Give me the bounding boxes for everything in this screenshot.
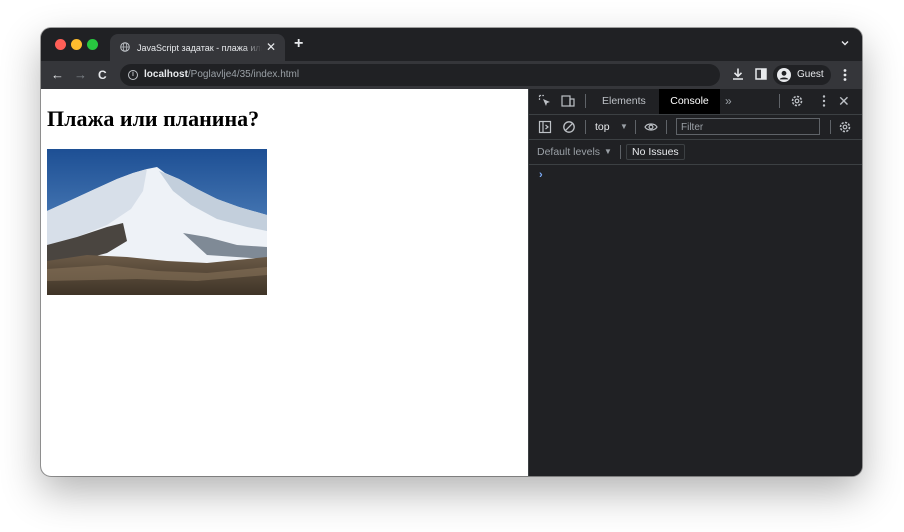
side-panel-icon[interactable] [754, 67, 768, 81]
url-text[interactable]: localhost/Poglavlje4/35/index.html [144, 68, 299, 82]
chevron-down-icon[interactable]: ▼ [604, 145, 612, 159]
address-bar[interactable]: i localhost/Poglavlje4/35/index.html [120, 64, 720, 86]
back-button[interactable]: ← [51, 67, 64, 83]
more-tabs-button[interactable]: » [725, 93, 732, 109]
url-path: /Poglavlje4/35/index.html [187, 69, 300, 80]
minimize-window-button[interactable] [71, 39, 82, 50]
chevron-down-icon[interactable] [840, 38, 850, 48]
devtools-tab-bar: Elements Console » ✕ [529, 89, 862, 115]
new-tab-button[interactable]: + [294, 35, 303, 53]
zoom-window-button[interactable] [87, 39, 98, 50]
page-viewport: Плажа или планина? [41, 89, 528, 476]
sidebar-toggle-icon[interactable] [538, 120, 552, 134]
toolbar-divider [635, 120, 636, 134]
toolbar-divider [830, 120, 831, 134]
close-window-button[interactable] [55, 39, 66, 50]
tab-close-button[interactable]: ✕ [266, 40, 276, 54]
toolbar-divider [585, 94, 586, 108]
console-toolbar: top ▼ Filter [529, 115, 862, 140]
profile-button[interactable]: Guest [773, 65, 831, 85]
browser-toolbar: ← → C i localhost/Poglavlje4/35/index.ht… [41, 61, 862, 89]
devtools-kebab-icon[interactable] [817, 94, 831, 108]
toolbar-divider [666, 120, 667, 134]
browser-tab[interactable]: JavaScript задатак - плажа или планина ✕ [110, 34, 285, 61]
log-levels-dropdown[interactable]: Default levels [537, 145, 600, 159]
page-heading: Плажа или планина? [47, 106, 260, 131]
tab-console[interactable]: Console [659, 89, 720, 114]
toolbar-divider [620, 145, 621, 159]
avatar-icon [777, 68, 791, 82]
inspect-element-icon[interactable] [538, 94, 552, 108]
profile-label: Guest [797, 69, 824, 80]
clear-console-icon[interactable] [562, 120, 576, 134]
eye-icon[interactable] [644, 120, 658, 134]
console-prompt[interactable]: › [539, 168, 543, 182]
url-host: localhost [144, 69, 188, 80]
kebab-menu-icon[interactable] [840, 67, 850, 83]
toolbar-divider [779, 94, 780, 108]
context-selector[interactable]: top [595, 120, 610, 134]
settings-gear-icon[interactable] [790, 94, 804, 108]
issues-button[interactable]: No Issues [626, 144, 685, 160]
chevron-down-icon[interactable]: ▼ [620, 120, 628, 134]
reload-button[interactable]: C [98, 67, 107, 83]
console-levels-bar: Default levels ▼ No Issues [529, 140, 862, 165]
globe-icon [120, 42, 130, 52]
device-toolbar-icon[interactable] [561, 94, 575, 108]
tab-strip: JavaScript задатак - плажа или планина ✕… [41, 28, 862, 61]
devtools-close-button[interactable]: ✕ [838, 93, 850, 109]
browser-window: JavaScript задатак - плажа или планина ✕… [41, 28, 862, 476]
tab-title: JavaScript задатак - плажа или планина [137, 43, 262, 53]
toolbar-divider [585, 120, 586, 134]
console-filter-input[interactable]: Filter [676, 118, 820, 135]
devtools-panel: Elements Console » ✕ top ▼ Filter Defaul… [528, 89, 862, 476]
mountain-photo [47, 149, 267, 295]
console-settings-icon[interactable] [838, 120, 852, 134]
forward-button[interactable]: → [74, 67, 87, 83]
tab-elements[interactable]: Elements [602, 89, 646, 114]
info-icon[interactable]: i [128, 70, 138, 80]
download-icon[interactable] [731, 67, 745, 81]
